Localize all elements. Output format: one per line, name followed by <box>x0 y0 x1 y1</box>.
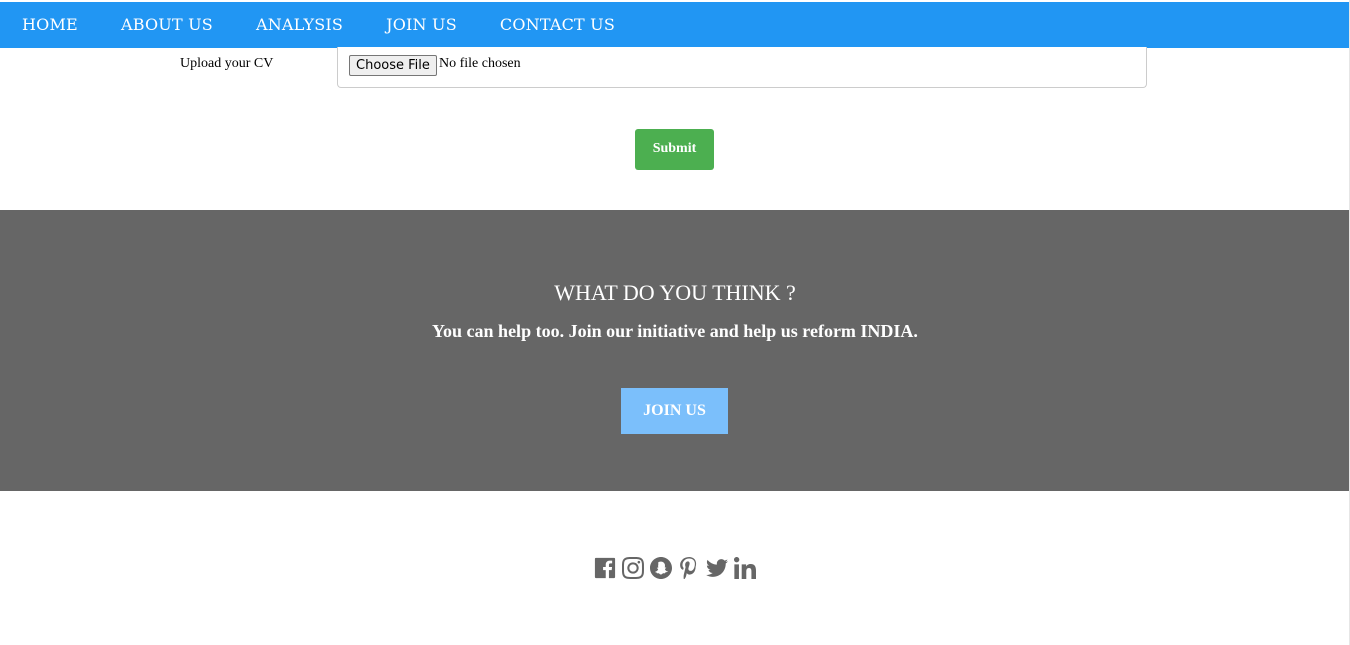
cta-join-us-button[interactable]: JOIN US <box>621 388 728 434</box>
file-input-box[interactable]: Choose File No file chosen <box>337 47 1147 88</box>
nav-analysis[interactable]: ANALYSIS <box>234 2 364 48</box>
submit-button[interactable]: Submit <box>635 129 714 170</box>
file-status-text: No file chosen <box>439 56 521 71</box>
nav-contact-us[interactable]: CONTACT US <box>478 2 636 48</box>
instagram-icon[interactable] <box>622 557 645 580</box>
nav-join-us[interactable]: JOIN US <box>364 2 478 48</box>
pinterest-icon[interactable] <box>678 557 701 580</box>
snapchat-icon[interactable] <box>650 557 673 580</box>
top-navbar: HOME ABOUT US ANALYSIS JOIN US CONTACT U… <box>0 2 1350 48</box>
page: HOME ABOUT US ANALYSIS JOIN US CONTACT U… <box>0 0 1350 645</box>
nav-home[interactable]: HOME <box>0 2 99 48</box>
social-links <box>0 554 1350 582</box>
upload-cv-label: Upload your CV <box>180 56 274 71</box>
linkedin-icon[interactable] <box>734 557 757 580</box>
twitter-icon[interactable] <box>706 557 729 580</box>
cta-title: WHAT DO YOU THINK ? <box>554 280 796 305</box>
cta-section: WHAT DO YOU THINK ? You can help too. Jo… <box>0 210 1350 491</box>
facebook-icon[interactable] <box>594 557 617 580</box>
upload-cv-row: Upload your CV Choose File No file chose… <box>0 47 1350 89</box>
cta-text: You can help too. Join our initiative an… <box>432 321 918 341</box>
nav-about-us[interactable]: ABOUT US <box>99 2 234 48</box>
choose-file-button[interactable]: Choose File <box>349 55 437 76</box>
